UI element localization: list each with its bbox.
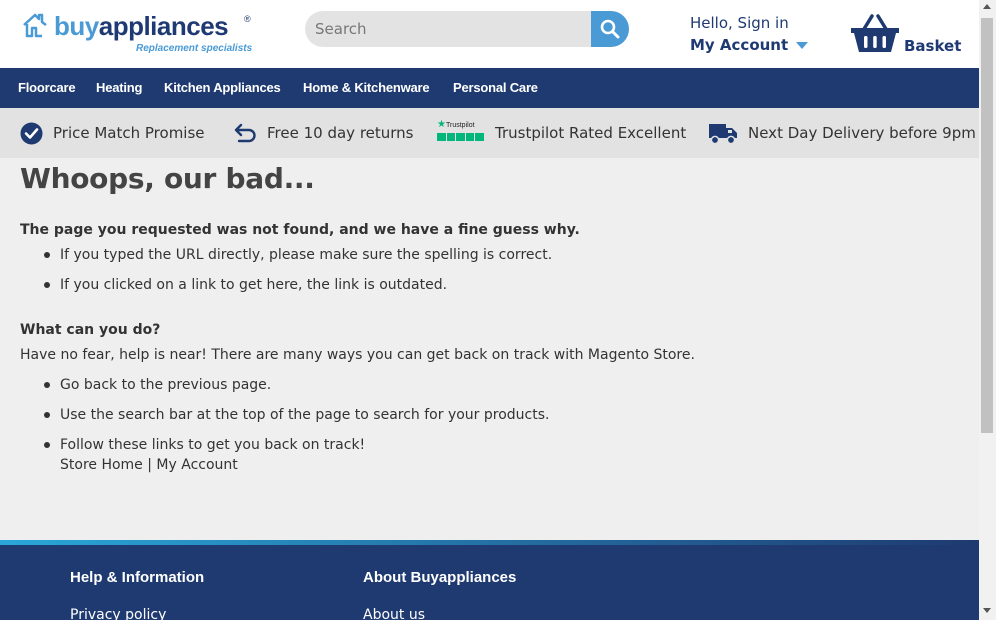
logo-wordmark: buyappliances — [54, 11, 229, 41]
star-icon: ★ — [437, 119, 446, 130]
logo-tagline: Replacement specialists — [136, 43, 253, 54]
basket-label: Basket — [904, 37, 962, 55]
nav-item-kitchen-appliances[interactable]: Kitchen Appliances — [164, 68, 281, 108]
search-input[interactable] — [305, 11, 591, 47]
my-account-link[interactable]: My Account — [690, 36, 788, 54]
usp-free-returns: Free 10 day returns — [234, 108, 414, 158]
usp-text: Price Match Promise — [53, 124, 205, 142]
list-item: Go back to the previous page. — [60, 377, 272, 393]
bullet-icon — [44, 412, 50, 418]
scrollbar-thumb[interactable] — [981, 18, 993, 433]
page: buyappliances ® Replacement specialists … — [0, 0, 979, 620]
store-home-link[interactable]: Store Home — [60, 457, 143, 473]
what-can-you-do-heading: What can you do? — [20, 322, 161, 338]
usp-text: Next Day Delivery before 9pm — [748, 124, 976, 142]
usp-text: Free 10 day returns — [267, 124, 414, 142]
privacy-policy-link[interactable]: Privacy policy — [70, 607, 166, 620]
page-title: Whoops, our bad... — [20, 162, 315, 195]
bullet-icon — [44, 282, 50, 288]
list-item: If you clicked on a link to get here, th… — [60, 277, 448, 293]
search-icon — [600, 19, 620, 39]
check-circle-icon — [20, 122, 43, 144]
bullet-icon — [44, 252, 50, 258]
sign-in-greeting[interactable]: Hello, Sign in — [690, 13, 820, 33]
usp-price-match: Price Match Promise — [20, 108, 205, 158]
site-logo[interactable]: buyappliances ® Replacement specialists — [22, 10, 262, 58]
usp-bar: Price Match Promise Free 10 day returns … — [0, 108, 979, 158]
list-item: Use the search bar at the top of the pag… — [60, 407, 550, 423]
my-account-link[interactable]: My Account — [156, 457, 237, 473]
vertical-scrollbar[interactable] — [979, 0, 996, 620]
bullet-icon — [44, 442, 50, 448]
bullet-icon — [44, 382, 50, 388]
trustpilot-badge: Trustpilot — [446, 122, 475, 129]
help-text: Have no fear, help is near! There are ma… — [20, 347, 695, 363]
link-separator: | — [147, 457, 152, 473]
usp-text: Trustpilot Rated Excellent — [495, 124, 687, 142]
chevron-down-icon[interactable] — [796, 42, 809, 49]
truck-icon — [709, 123, 737, 144]
trustpilot-stars — [437, 133, 484, 141]
nav-item-home-kitchenware[interactable]: Home & Kitchenware — [303, 68, 430, 108]
trustpilot-icon: ★ Trustpilot — [437, 119, 485, 144]
nav-item-floorcare[interactable]: Floorcare — [18, 68, 76, 108]
about-us-link[interactable]: About us — [363, 607, 425, 620]
not-found-intro: The page you requested was not found, an… — [20, 222, 580, 238]
recovery-links: Store Home | My Account — [60, 457, 238, 473]
list-item: If you typed the URL directly, please ma… — [60, 247, 553, 263]
site-header: buyappliances ® Replacement specialists … — [0, 0, 979, 68]
basket-icon — [851, 14, 899, 52]
search-bar — [305, 11, 629, 47]
footer-heading-about: About Buyappliances — [363, 569, 517, 586]
main-navigation: Floorcare Heating Kitchen Appliances Hom… — [0, 68, 979, 108]
site-footer: Help & Information Privacy policy About … — [0, 545, 979, 620]
list-item: Follow these links to get you back on tr… — [60, 437, 366, 453]
nav-item-heating[interactable]: Heating — [96, 68, 142, 108]
scroll-up-arrow-icon[interactable] — [983, 4, 991, 9]
usp-trustpilot: ★ Trustpilot Trustpilot Rated Excellent — [437, 108, 686, 158]
footer-heading-help: Help & Information — [70, 569, 205, 586]
logo-registered-mark: ® — [244, 14, 251, 24]
search-button[interactable] — [591, 11, 629, 47]
usp-next-day-delivery: Next Day Delivery before 9pm — [708, 108, 976, 158]
basket-button[interactable]: Basket — [850, 14, 962, 56]
house-logo-icon — [23, 13, 47, 38]
return-arrow-icon — [234, 123, 256, 143]
nav-item-personal-care[interactable]: Personal Care — [453, 68, 538, 108]
account-menu[interactable]: Hello, Sign in My Account — [690, 13, 820, 57]
scroll-down-arrow-icon[interactable] — [983, 608, 991, 613]
